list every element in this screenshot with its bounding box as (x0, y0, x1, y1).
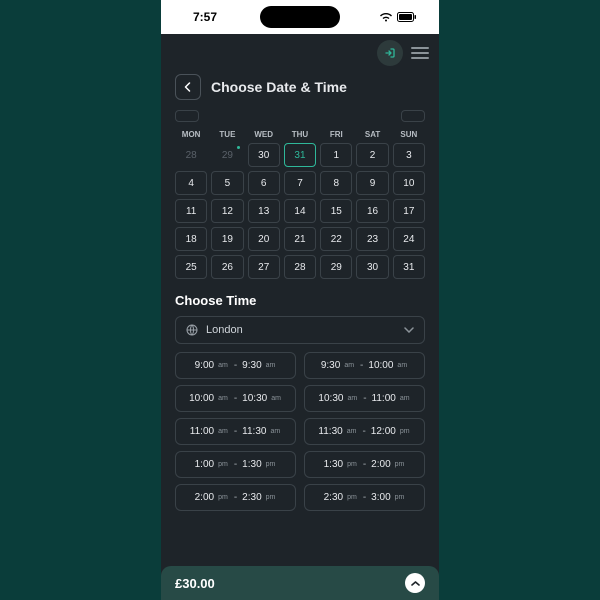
dow-label: SAT (356, 130, 388, 139)
page-title: Choose Date & Time (211, 79, 347, 95)
time-slot[interactable]: 2:00pm-2:30pm (175, 484, 296, 511)
status-bar: 7:57 (161, 0, 439, 34)
time-slot[interactable]: 9:30am-10:00am (304, 352, 425, 379)
timezone-select[interactable]: London (175, 316, 425, 344)
calendar-day[interactable]: 23 (356, 227, 388, 251)
time-slot[interactable]: 9:00am-9:30am (175, 352, 296, 379)
notch (260, 6, 340, 28)
dow-label: WED (248, 130, 280, 139)
chevron-down-icon (404, 324, 414, 336)
prev-month-stub[interactable] (175, 110, 199, 122)
status-time: 7:57 (193, 10, 217, 24)
calendar-day[interactable]: 4 (175, 171, 207, 195)
calendar-day[interactable]: 29 (320, 255, 352, 279)
time-slot[interactable]: 1:00pm-1:30pm (175, 451, 296, 478)
time-slots: 9:00am-9:30am 9:30am-10:00am 10:00am-10:30… (161, 352, 439, 511)
dow-label: TUE (211, 130, 243, 139)
wifi-icon (379, 12, 393, 22)
calendar-day[interactable]: 26 (211, 255, 243, 279)
calendar-day[interactable]: 27 (248, 255, 280, 279)
calendar-day[interactable]: 1 (320, 143, 352, 167)
calendar-day[interactable]: 30 (356, 255, 388, 279)
calendar-day[interactable]: 29 (211, 143, 243, 167)
calendar-day[interactable]: 12 (211, 199, 243, 223)
calendar-day[interactable]: 31 (284, 143, 316, 167)
header: Choose Date & Time (161, 70, 439, 110)
time-slot[interactable]: 2:30pm-3:00pm (304, 484, 425, 511)
time-slot[interactable]: 1:30pm-2:00pm (304, 451, 425, 478)
calendar-day[interactable]: 7 (284, 171, 316, 195)
calendar-day[interactable]: 25 (175, 255, 207, 279)
top-actions (161, 34, 439, 70)
globe-icon (186, 324, 198, 336)
time-slot[interactable]: 11:30am-12:00pm (304, 418, 425, 445)
time-slot[interactable]: 11:00am-11:30am (175, 418, 296, 445)
calendar-day[interactable]: 15 (320, 199, 352, 223)
calendar-day[interactable]: 11 (175, 199, 207, 223)
calendar-day[interactable]: 30 (248, 143, 280, 167)
timezone-label: London (206, 324, 243, 336)
dow-label: SUN (393, 130, 425, 139)
calendar-day[interactable]: 21 (284, 227, 316, 251)
month-nav-stub (161, 110, 439, 126)
app-screen: Choose Date & Time MON TUE WED THU FRI SAT SUN… (161, 34, 439, 600)
calendar-day[interactable]: 28 (284, 255, 316, 279)
calendar-day[interactable]: 24 (393, 227, 425, 251)
dow-label: THU (284, 130, 316, 139)
calendar-grid: 2829303112345678910111213141516171819202… (161, 141, 439, 287)
dow-row: MON TUE WED THU FRI SAT SUN (161, 126, 439, 141)
calendar-day[interactable]: 13 (248, 199, 280, 223)
calendar-day[interactable]: 31 (393, 255, 425, 279)
status-icons (379, 12, 417, 22)
choose-time-title: Choose Time (161, 287, 439, 316)
calendar-day[interactable]: 17 (393, 199, 425, 223)
event-dot (237, 146, 240, 149)
calendar-day[interactable]: 5 (211, 171, 243, 195)
expand-button[interactable] (405, 573, 425, 593)
calendar-day[interactable]: 22 (320, 227, 352, 251)
dow-label: MON (175, 130, 207, 139)
calendar-day[interactable]: 6 (248, 171, 280, 195)
calendar-day[interactable]: 28 (175, 143, 207, 167)
calendar-day[interactable]: 14 (284, 199, 316, 223)
menu-icon[interactable] (411, 47, 429, 59)
calendar-day[interactable]: 3 (393, 143, 425, 167)
price-footer[interactable]: £30.00 (161, 566, 439, 600)
calendar-day[interactable]: 19 (211, 227, 243, 251)
battery-icon (397, 12, 417, 22)
phone-frame: 7:57 Choose Date & Time MON TUE WED THU FRI S… (161, 0, 439, 600)
calendar-day[interactable]: 16 (356, 199, 388, 223)
calendar-day[interactable]: 20 (248, 227, 280, 251)
next-month-stub[interactable] (401, 110, 425, 122)
calendar-day[interactable]: 18 (175, 227, 207, 251)
time-slot[interactable]: 10:30am-11:00am (304, 385, 425, 412)
login-icon[interactable] (377, 40, 403, 66)
calendar-day[interactable]: 2 (356, 143, 388, 167)
back-button[interactable] (175, 74, 201, 100)
time-slot[interactable]: 10:00am-10:30am (175, 385, 296, 412)
calendar-day[interactable]: 10 (393, 171, 425, 195)
dow-label: FRI (320, 130, 352, 139)
calendar-day[interactable]: 9 (356, 171, 388, 195)
calendar-day[interactable]: 8 (320, 171, 352, 195)
price-label: £30.00 (175, 576, 215, 591)
